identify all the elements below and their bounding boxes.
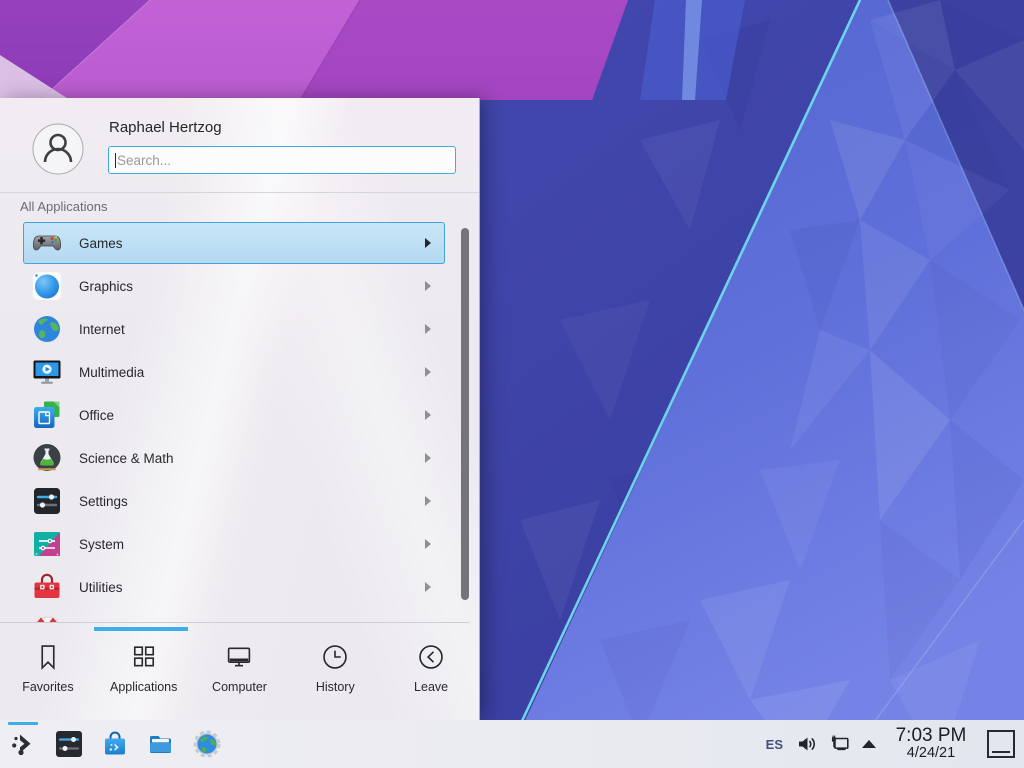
discover-icon bbox=[100, 729, 130, 759]
taskbar-panel: ES 7:03 PM bbox=[0, 720, 1024, 768]
list-scrollbar[interactable] bbox=[461, 228, 469, 600]
tab-computer[interactable]: Computer bbox=[192, 628, 288, 720]
expand-tray-arrow-icon[interactable] bbox=[862, 740, 876, 748]
submenu-arrow-icon bbox=[425, 367, 431, 377]
category-internet[interactable]: Internet bbox=[23, 308, 445, 350]
user-name: Raphael Hertzog bbox=[109, 119, 222, 136]
submenu-arrow-icon bbox=[425, 324, 431, 334]
submenu-arrow-icon bbox=[425, 539, 431, 549]
kde-launcher-icon bbox=[8, 729, 38, 759]
category-help[interactable]: Help bbox=[23, 609, 445, 623]
web-browser-launcher[interactable] bbox=[192, 720, 222, 768]
category-settings[interactable]: Settings bbox=[23, 480, 445, 522]
keyboard-layout-indicator[interactable]: ES bbox=[766, 737, 783, 752]
paint-sphere-icon bbox=[31, 270, 63, 302]
category-utilities[interactable]: Utilities bbox=[23, 566, 445, 608]
office-suite-icon bbox=[31, 399, 63, 431]
tab-label: History bbox=[316, 680, 355, 694]
leave-icon bbox=[416, 642, 446, 672]
header-divider bbox=[0, 192, 479, 193]
category-office[interactable]: Office bbox=[23, 394, 445, 436]
tab-history[interactable]: History bbox=[287, 628, 383, 720]
category-label: Settings bbox=[79, 494, 128, 509]
search-input[interactable]: Search... bbox=[108, 146, 456, 174]
category-label: Utilities bbox=[79, 580, 123, 595]
tab-label: Applications bbox=[110, 680, 177, 694]
bookmark-icon bbox=[33, 642, 63, 672]
globe-icon bbox=[31, 313, 63, 345]
clock-time: 7:03 PM bbox=[888, 726, 974, 746]
file-manager-launcher[interactable] bbox=[146, 720, 176, 768]
folder-icon bbox=[146, 729, 176, 759]
browser-globe-icon bbox=[192, 729, 222, 759]
tab-leave[interactable]: Leave bbox=[383, 628, 479, 720]
search-placeholder: Search... bbox=[117, 153, 171, 168]
submenu-arrow-icon bbox=[425, 281, 431, 291]
science-flask-icon bbox=[31, 442, 63, 474]
show-desktop-glyph bbox=[992, 751, 1010, 753]
category-label: System bbox=[79, 537, 124, 552]
application-launcher-menu: Raphael Hertzog Search... All Applicatio… bbox=[0, 98, 480, 720]
category-label: Science & Math bbox=[79, 451, 174, 466]
media-player-icon bbox=[31, 356, 63, 388]
toolbox-icon bbox=[31, 571, 63, 603]
tabbar-divider bbox=[0, 622, 469, 623]
discover-launcher[interactable] bbox=[100, 720, 130, 768]
network-icon[interactable] bbox=[829, 733, 851, 755]
app-grid-icon bbox=[129, 642, 159, 672]
category-system[interactable]: System bbox=[23, 523, 445, 565]
category-label: Graphics bbox=[79, 279, 133, 294]
system-tray: ES 7:03 PM bbox=[766, 726, 1024, 761]
submenu-arrow-icon bbox=[425, 238, 431, 248]
category-label: Multimedia bbox=[79, 365, 144, 380]
tab-label: Computer bbox=[212, 680, 267, 694]
submenu-arrow-icon bbox=[425, 453, 431, 463]
settings-sliders-icon bbox=[31, 485, 63, 517]
clock-date: 4/24/21 bbox=[888, 746, 974, 761]
active-task-indicator bbox=[8, 722, 38, 725]
application-launcher-button[interactable] bbox=[8, 720, 38, 768]
system-settings-icon bbox=[54, 729, 84, 759]
category-label: Games bbox=[79, 236, 123, 251]
tab-label: Leave bbox=[414, 680, 448, 694]
launcher-tabbar: Favorites Applications Computer bbox=[0, 628, 479, 720]
submenu-arrow-icon bbox=[425, 410, 431, 420]
submenu-arrow-icon bbox=[425, 582, 431, 592]
category-graphics[interactable]: Graphics bbox=[23, 265, 445, 307]
category-science-math[interactable]: Science & Math bbox=[23, 437, 445, 479]
category-list: Games Graphics bbox=[0, 221, 479, 623]
clock-icon bbox=[320, 642, 350, 672]
tab-label: Favorites bbox=[22, 680, 73, 694]
text-caret bbox=[115, 153, 116, 168]
submenu-arrow-icon bbox=[425, 496, 431, 506]
system-settings-launcher[interactable] bbox=[54, 720, 84, 768]
desktop: Raphael Hertzog Search... All Applicatio… bbox=[0, 0, 1024, 768]
category-games[interactable]: Games bbox=[23, 222, 445, 264]
volume-icon[interactable] bbox=[796, 733, 818, 755]
show-desktop-button[interactable] bbox=[987, 730, 1015, 758]
digital-clock[interactable]: 7:03 PM 4/24/21 bbox=[888, 726, 974, 761]
gamepad-icon bbox=[31, 227, 63, 259]
tab-applications[interactable]: Applications bbox=[96, 628, 192, 720]
category-label: Internet bbox=[79, 322, 125, 337]
computer-icon bbox=[224, 642, 254, 672]
system-sliders-icon bbox=[31, 528, 63, 560]
user-avatar[interactable] bbox=[32, 123, 84, 175]
category-label: Office bbox=[79, 408, 114, 423]
category-multimedia[interactable]: Multimedia bbox=[23, 351, 445, 393]
section-label: All Applications bbox=[20, 199, 107, 214]
tab-favorites[interactable]: Favorites bbox=[0, 628, 96, 720]
